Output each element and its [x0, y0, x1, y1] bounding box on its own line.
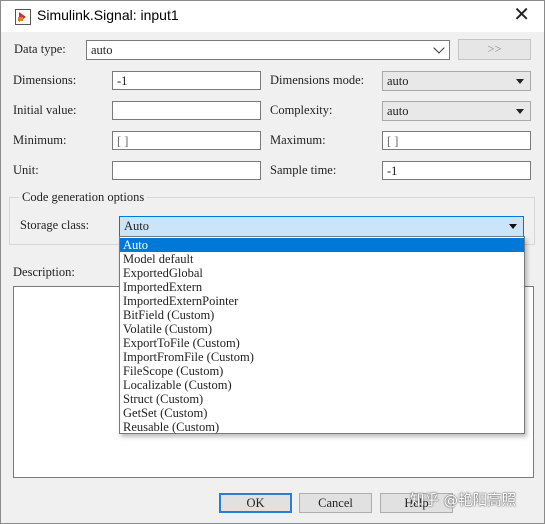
minimum-label: Minimum: [13, 133, 67, 147]
data-type-combo[interactable]: auto [86, 40, 450, 60]
dimensions-input[interactable]: -1 [112, 71, 261, 90]
signal-dialog: Simulink.Signal: input1 ✕ Data type: aut… [0, 0, 545, 524]
cancel-button[interactable]: Cancel [299, 493, 372, 513]
initial-value-label: Initial value: [13, 103, 77, 117]
storage-class-option[interactable]: ImportedExternPointer [120, 294, 524, 308]
ok-button[interactable]: OK [219, 493, 292, 513]
dimensions-mode-value: auto [387, 74, 409, 88]
storage-class-option[interactable]: Reusable (Custom) [120, 420, 524, 434]
storage-class-option[interactable]: Volatile (Custom) [120, 322, 524, 336]
simulink-app-icon [15, 9, 31, 25]
complexity-label: Complexity: [270, 103, 333, 117]
initial-value-input[interactable] [112, 101, 261, 120]
dropdown-arrow-icon [516, 79, 524, 84]
dimensions-label: Dimensions: [13, 73, 77, 87]
storage-class-option[interactable]: Localizable (Custom) [120, 378, 524, 392]
dimensions-mode-label: Dimensions mode: [270, 73, 365, 87]
storage-class-option[interactable]: FileScope (Custom) [120, 364, 524, 378]
storage-class-label: Storage class: [20, 218, 90, 232]
minimum-input[interactable]: [ ] [112, 131, 261, 150]
close-icon[interactable]: ✕ [513, 5, 530, 25]
complexity-value: auto [387, 104, 409, 118]
storage-class-dropdown-list: Auto Model default ExportedGlobal ImportedE… [119, 236, 525, 434]
code-generation-title: Code generation options [19, 190, 148, 205]
storage-class-option[interactable]: Model default [120, 252, 524, 266]
dropdown-arrow-icon [516, 109, 524, 114]
title-bar: Simulink.Signal: input1 ✕ [1, 1, 544, 32]
unit-label: Unit: [13, 163, 39, 177]
storage-class-option[interactable]: ExportedGlobal [120, 266, 524, 280]
dimensions-mode-select[interactable]: auto [382, 71, 531, 91]
storage-class-option[interactable]: Struct (Custom) [120, 392, 524, 406]
description-label: Description: [13, 265, 75, 279]
storage-class-option[interactable]: ImportedExtern [120, 280, 524, 294]
sample-time-input[interactable]: -1 [382, 161, 531, 180]
sample-time-label: Sample time: [270, 163, 337, 177]
window-title: Simulink.Signal: input1 [37, 7, 179, 23]
complexity-select[interactable]: auto [382, 101, 531, 121]
storage-class-select[interactable]: Auto [119, 216, 524, 237]
data-type-value: auto [91, 43, 113, 57]
storage-class-option[interactable]: ImportFromFile (Custom) [120, 350, 524, 364]
storage-class-option[interactable]: GetSet (Custom) [120, 406, 524, 420]
storage-class-option[interactable]: BitField (Custom) [120, 308, 524, 322]
maximum-label: Maximum: [270, 133, 326, 147]
maximum-input[interactable]: [ ] [382, 131, 531, 150]
watermark-text: 知乎 @艳阳高照 [410, 493, 517, 509]
data-type-label: Data type: [14, 42, 66, 56]
storage-class-option[interactable]: Auto [120, 238, 524, 252]
chevron-down-icon [433, 42, 445, 54]
data-type-assistant-button[interactable]: >> [458, 39, 531, 60]
storage-class-option[interactable]: ExportToFile (Custom) [120, 336, 524, 350]
dropdown-arrow-icon [509, 224, 517, 229]
unit-input[interactable] [112, 161, 261, 180]
storage-class-value: Auto [124, 219, 149, 233]
